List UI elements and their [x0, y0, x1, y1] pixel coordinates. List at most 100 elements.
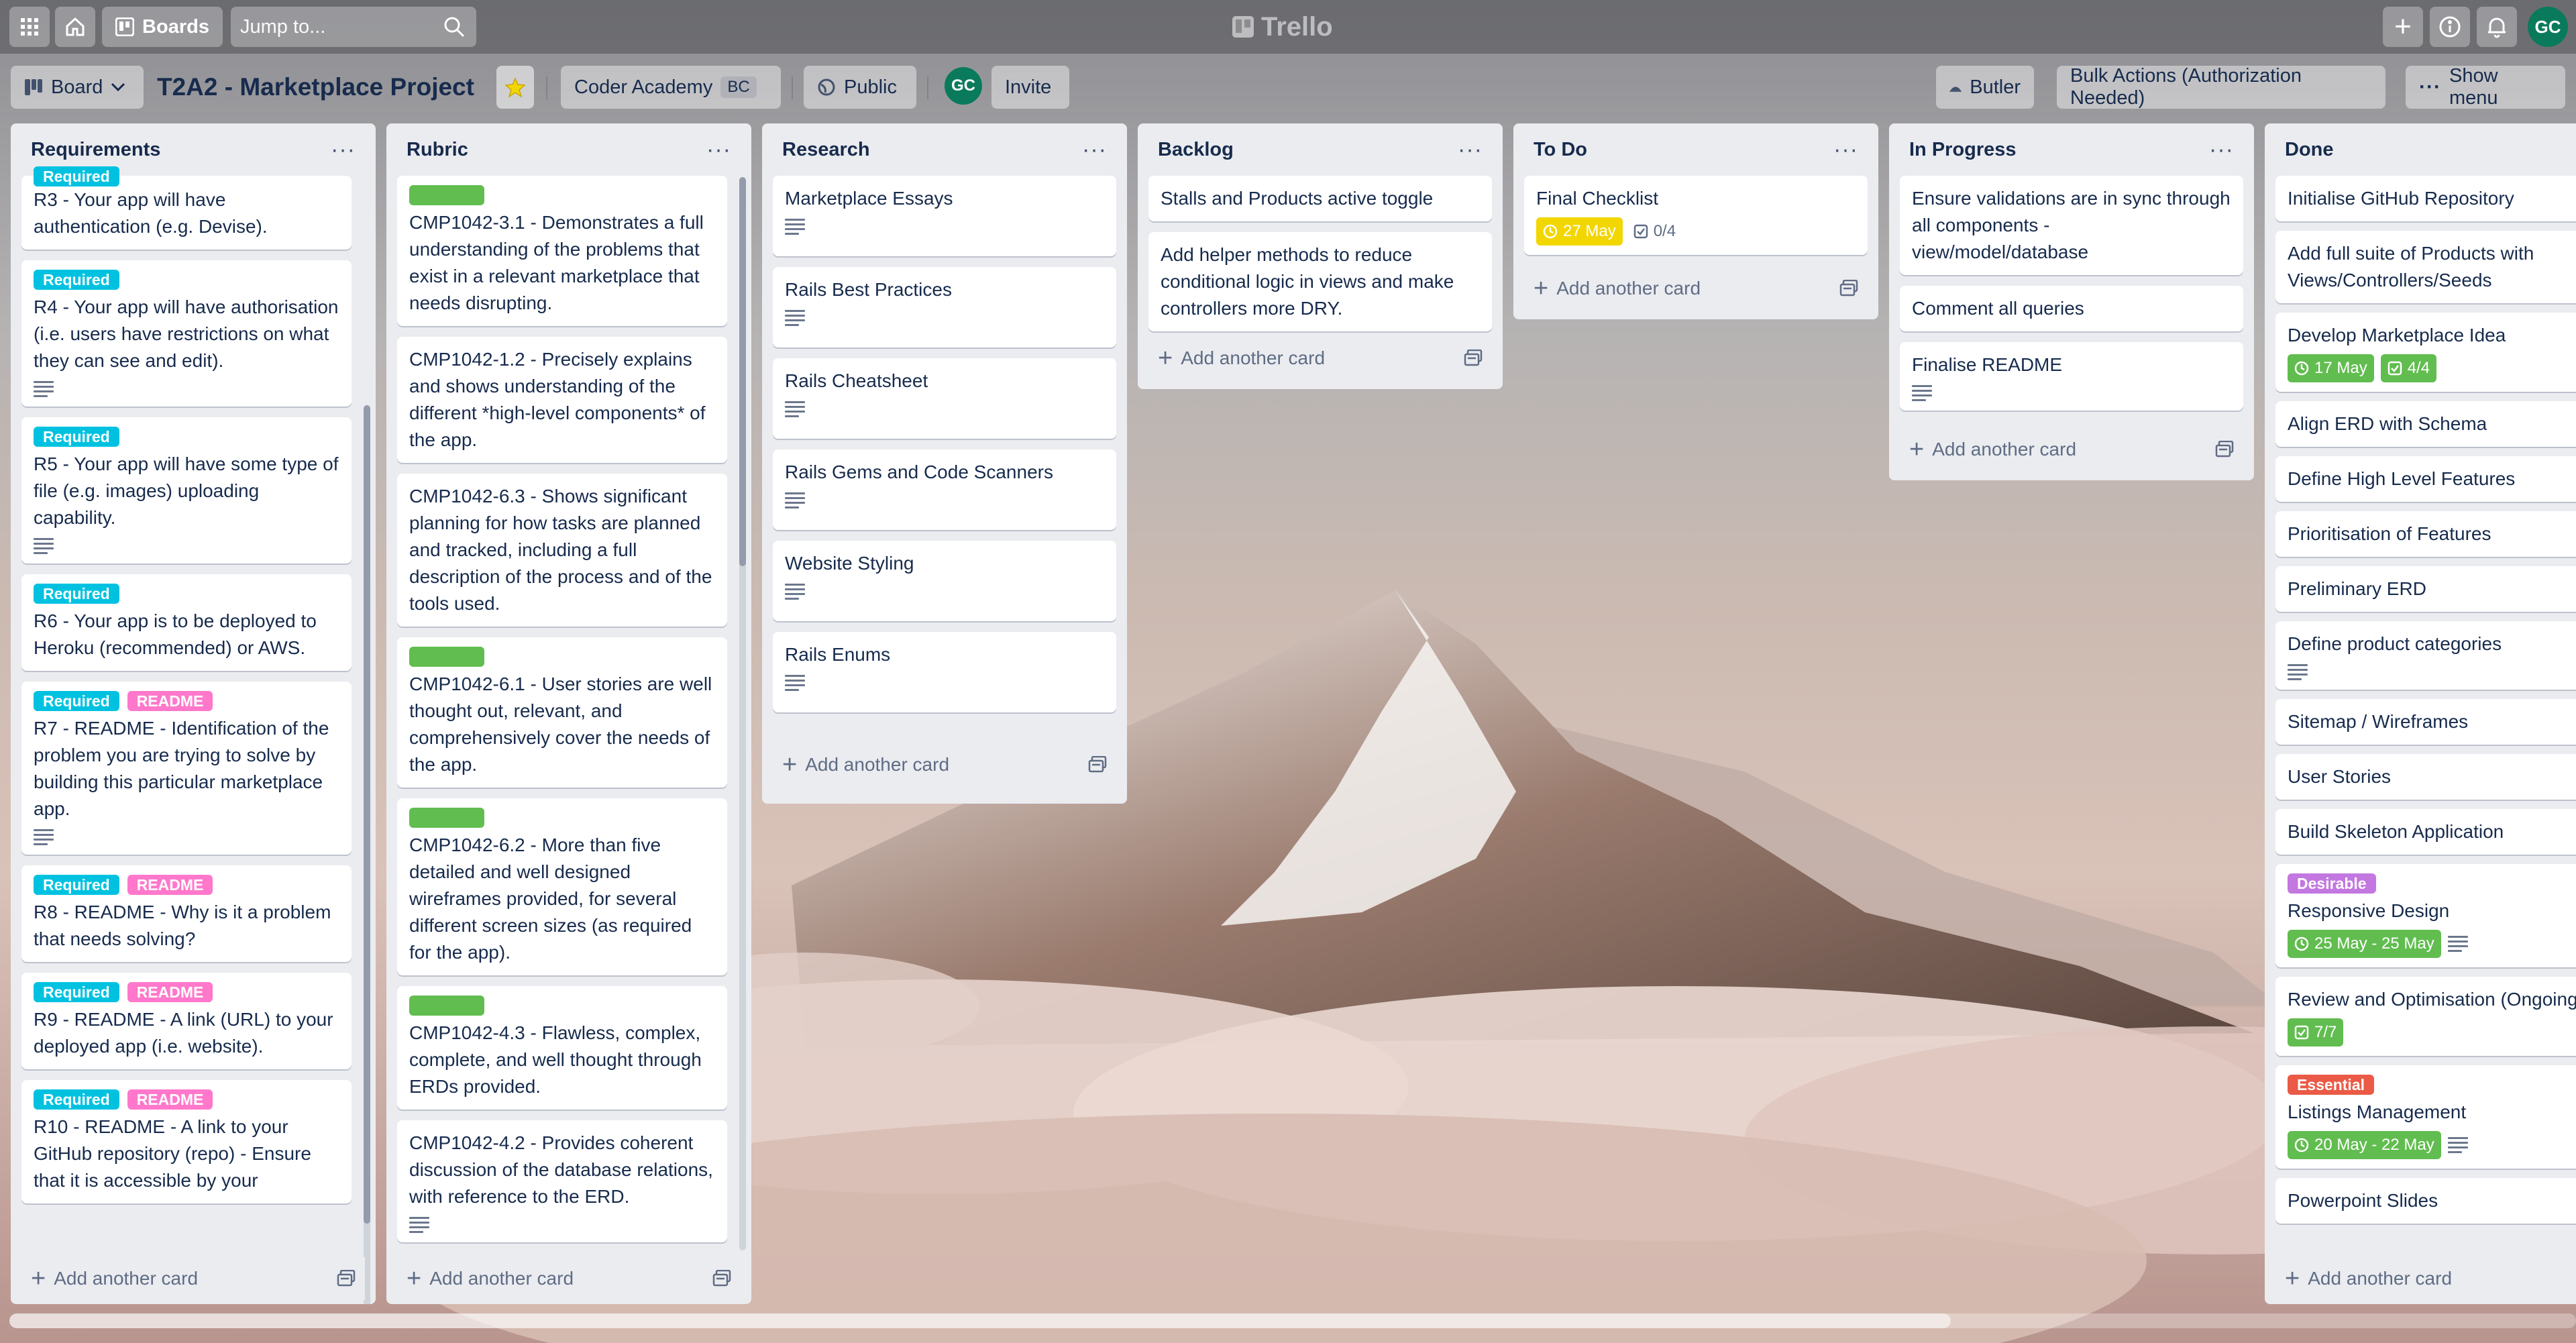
card[interactable]: Required R5 - Your app will have some ty…: [21, 417, 352, 563]
card-template-icon[interactable]: [337, 1270, 356, 1287]
card[interactable]: CMP1042-6.3 - Shows significant planning…: [397, 474, 727, 627]
card[interactable]: Finalise README: [1900, 342, 2243, 411]
card[interactable]: Define High Level Features: [2275, 456, 2576, 502]
checklist-badge: 4/4: [2380, 354, 2437, 382]
list-title[interactable]: Rubric: [407, 139, 468, 161]
info-icon[interactable]: [2430, 7, 2470, 47]
boards-button[interactable]: Boards: [102, 7, 223, 47]
add-card-button[interactable]: + Add another card: [397, 1257, 741, 1300]
create-button[interactable]: +: [2383, 7, 2423, 47]
apps-grid-icon[interactable]: [9, 7, 50, 47]
card[interactable]: Required README R10 - README - A link to …: [21, 1080, 352, 1203]
search-input[interactable]: Jump to...: [231, 7, 476, 47]
card[interactable]: Prioritisation of Features: [2275, 511, 2576, 557]
card-template-icon[interactable]: [712, 1270, 731, 1287]
card[interactable]: Define product categories: [2275, 621, 2576, 690]
list-menu-icon[interactable]: ···: [2209, 138, 2234, 161]
list-title[interactable]: Done: [2285, 139, 2334, 161]
due-date-badge[interactable]: 17 May: [2288, 354, 2374, 382]
add-card-button[interactable]: + Add another card: [1148, 337, 1492, 380]
home-icon[interactable]: [55, 7, 95, 47]
card[interactable]: Marketplace Essays: [773, 176, 1116, 256]
card-title: CMP1042-1.2 - Precisely explains and sho…: [409, 349, 706, 450]
card[interactable]: Final Checklist 27 May 0/4: [1524, 176, 1868, 255]
card[interactable]: User Stories: [2275, 754, 2576, 800]
add-card-button[interactable]: + Add another card: [773, 743, 1116, 786]
list-title[interactable]: To Do: [1534, 139, 1587, 161]
star-board-button[interactable]: [496, 66, 534, 109]
card[interactable]: Preliminary ERD: [2275, 566, 2576, 612]
list-scrollbar[interactable]: [739, 177, 746, 1250]
due-date-badge[interactable]: 20 May - 22 May: [2288, 1131, 2441, 1159]
card[interactable]: Ensure validations are in sync through a…: [1900, 176, 2243, 275]
due-date-badge[interactable]: 25 May - 25 May: [2288, 930, 2441, 958]
list-title[interactable]: In Progress: [1909, 139, 2017, 161]
scroll-thumb[interactable]: [9, 1313, 1951, 1328]
board-title[interactable]: T2A2 - Marketplace Project: [157, 66, 474, 109]
card-title: CMP1042-4.2 - Provides coherent discussi…: [409, 1132, 713, 1207]
card[interactable]: CMP1042-3.1 - Demonstrates a full unders…: [397, 176, 727, 326]
card[interactable]: Required README R7 - README - Identificat…: [21, 682, 352, 855]
board-view-switcher[interactable]: Board: [11, 66, 144, 109]
card[interactable]: CMP1042-4.3 - Flawless, complex, complet…: [397, 986, 727, 1110]
card[interactable]: Rails Enums: [773, 632, 1116, 712]
card-template-icon[interactable]: [1839, 280, 1858, 297]
list-menu-icon[interactable]: ···: [1833, 138, 1858, 161]
list-menu-icon[interactable]: ···: [331, 138, 356, 161]
card[interactable]: Required R4 - Your app will have authori…: [21, 260, 352, 407]
card[interactable]: Add full suite of Products with Views/Co…: [2275, 231, 2576, 303]
member-avatar[interactable]: GC: [945, 67, 982, 105]
list-title[interactable]: Requirements: [31, 139, 160, 161]
card[interactable]: Powerpoint Slides: [2275, 1178, 2576, 1224]
card-template-icon[interactable]: [1088, 756, 1107, 773]
card[interactable]: Build Skeleton Application: [2275, 809, 2576, 855]
card[interactable]: Desirable Responsive Design 25 May - 25 …: [2275, 864, 2576, 967]
user-avatar[interactable]: GC: [2528, 7, 2568, 47]
visibility-button[interactable]: Public: [804, 66, 916, 109]
add-card-button[interactable]: + Add another card: [1900, 428, 2243, 471]
card[interactable]: Rails Gems and Code Scanners: [773, 449, 1116, 530]
scroll-thumb[interactable]: [739, 177, 746, 566]
card-template-icon[interactable]: [1464, 350, 1483, 367]
notifications-bell-icon[interactable]: [2477, 7, 2517, 47]
card[interactable]: Required R3 - Your app will have authent…: [21, 166, 352, 250]
card[interactable]: Sitemap / Wireframes: [2275, 699, 2576, 745]
card[interactable]: Rails Best Practices: [773, 267, 1116, 347]
card[interactable]: Align ERD with Schema: [2275, 401, 2576, 447]
list-menu-icon[interactable]: ···: [706, 138, 731, 161]
card[interactable]: CMP1042-4.2 - Provides coherent discussi…: [397, 1120, 727, 1242]
card[interactable]: Rails Cheatsheet: [773, 358, 1116, 439]
card[interactable]: Required README R9 - README - A link (URL…: [21, 973, 352, 1069]
add-card-button[interactable]: + Add another card: [21, 1257, 365, 1300]
card[interactable]: Comment all queries: [1900, 286, 2243, 331]
board-horizontal-scrollbar[interactable]: [9, 1313, 2576, 1328]
trello-logo[interactable]: Trello: [1232, 9, 1333, 44]
invite-button[interactable]: Invite: [991, 66, 1069, 109]
card[interactable]: Essential Listings Management 20 May - 2…: [2275, 1065, 2576, 1169]
list-title[interactable]: Backlog: [1158, 139, 1234, 161]
card-template-icon[interactable]: [2215, 441, 2234, 458]
bulk-actions-button[interactable]: Bulk Actions (Authorization Needed): [2057, 65, 2385, 109]
list-menu-icon[interactable]: ···: [1458, 138, 1483, 161]
card[interactable]: Stalls and Products active toggle: [1148, 176, 1492, 221]
card[interactable]: Required README R8 - README - Why is it a…: [21, 865, 352, 962]
card[interactable]: Review and Optimisation (Ongoing) 7/7: [2275, 977, 2576, 1056]
card[interactable]: Develop Marketplace Idea 17 May 4/4: [2275, 313, 2576, 392]
card[interactable]: CMP1042-6.1 - User stories are well thou…: [397, 637, 727, 788]
card[interactable]: Initialise GitHub Repository: [2275, 176, 2576, 221]
card[interactable]: CMP1042-6.2 - More than five detailed an…: [397, 798, 727, 975]
list-title[interactable]: Research: [782, 139, 870, 161]
list-scrollbar[interactable]: [364, 405, 370, 1304]
add-card-button[interactable]: + Add another card: [2275, 1257, 2565, 1300]
due-date-badge[interactable]: 27 May: [1536, 217, 1623, 246]
card[interactable]: Website Styling: [773, 541, 1116, 621]
butler-button[interactable]: Butler: [1936, 66, 2034, 109]
workspace-button[interactable]: Coder Academy BC: [561, 66, 781, 109]
show-menu-button[interactable]: ··· Show menu: [2406, 65, 2565, 109]
scroll-thumb[interactable]: [364, 405, 370, 1224]
add-card-button[interactable]: + Add another card: [1524, 267, 1868, 310]
card[interactable]: Add helper methods to reduce conditional…: [1148, 232, 1492, 331]
list-menu-icon[interactable]: ···: [1082, 138, 1107, 161]
card[interactable]: Required R6 - Your app is to be deployed…: [21, 574, 352, 671]
card[interactable]: CMP1042-1.2 - Precisely explains and sho…: [397, 337, 727, 463]
